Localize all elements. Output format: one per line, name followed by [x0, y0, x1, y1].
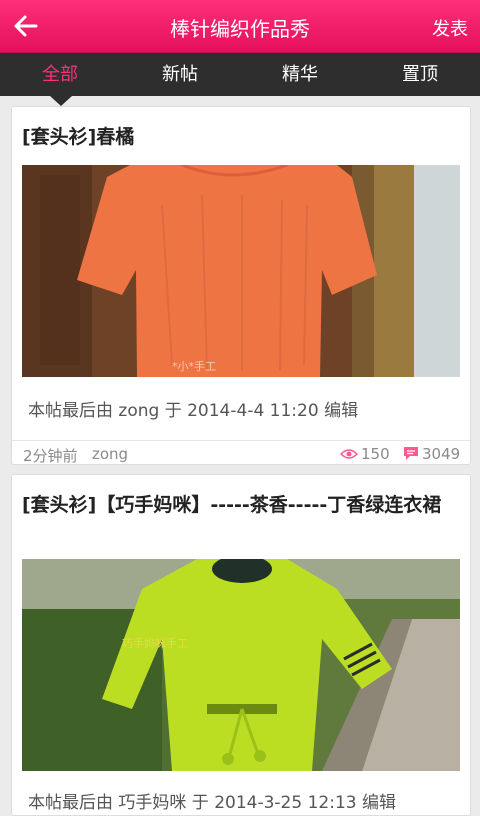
image-watermark: 巧手妈咪手工 — [122, 636, 188, 650]
page-title: 棒针编织作品秀 — [170, 17, 310, 41]
comment-icon — [404, 447, 418, 460]
post-edit-note: 本帖最后由 巧手妈咪 于 2014-3-25 12:13 编辑 — [28, 793, 396, 813]
app-header: 棒针编织作品秀 发表 — [0, 0, 480, 53]
post-author[interactable]: zong — [92, 445, 128, 463]
post-title[interactable]: [套头衫]春橘 — [22, 124, 460, 150]
reply-count: 3049 — [403, 445, 460, 463]
active-tab-indicator — [50, 96, 72, 106]
tab-featured[interactable]: 精华 — [240, 53, 360, 96]
post-time: 2分钟前 — [23, 447, 78, 465]
tab-pinned[interactable]: 置顶 — [360, 53, 480, 96]
post-card[interactable]: [套头衫]【巧手妈咪】-----茶香-----丁香绿连衣裙 巧手妈咪手工 本帖最… — [11, 474, 471, 816]
arrow-left-icon — [14, 15, 38, 37]
image-watermark: *小*手工 — [172, 359, 216, 373]
eye-icon — [339, 449, 359, 459]
post-card[interactable]: [套头衫]春橘 *小*手工 本帖最后由 zong 于 2014-4-4 11:2… — [11, 106, 471, 465]
post-footer: 2分钟前 zong 150 3049 — [12, 440, 470, 465]
tab-all[interactable]: 全部 — [0, 53, 120, 96]
post-image[interactable]: 巧手妈咪手工 — [22, 559, 460, 771]
post-image[interactable]: *小*手工 — [22, 165, 460, 377]
post-edit-note: 本帖最后由 zong 于 2014-4-4 11:20 编辑 — [28, 401, 359, 421]
tab-new[interactable]: 新帖 — [120, 53, 240, 96]
view-count-value: 150 — [361, 445, 390, 463]
publish-button[interactable]: 发表 — [432, 15, 468, 41]
post-title[interactable]: [套头衫]【巧手妈咪】-----茶香-----丁香绿连衣裙 — [22, 492, 460, 518]
tab-bar: 全部 新帖 精华 置顶 — [0, 53, 480, 96]
view-count: 150 — [339, 445, 390, 463]
back-button[interactable] — [8, 8, 44, 44]
reply-count-value: 3049 — [422, 445, 461, 463]
